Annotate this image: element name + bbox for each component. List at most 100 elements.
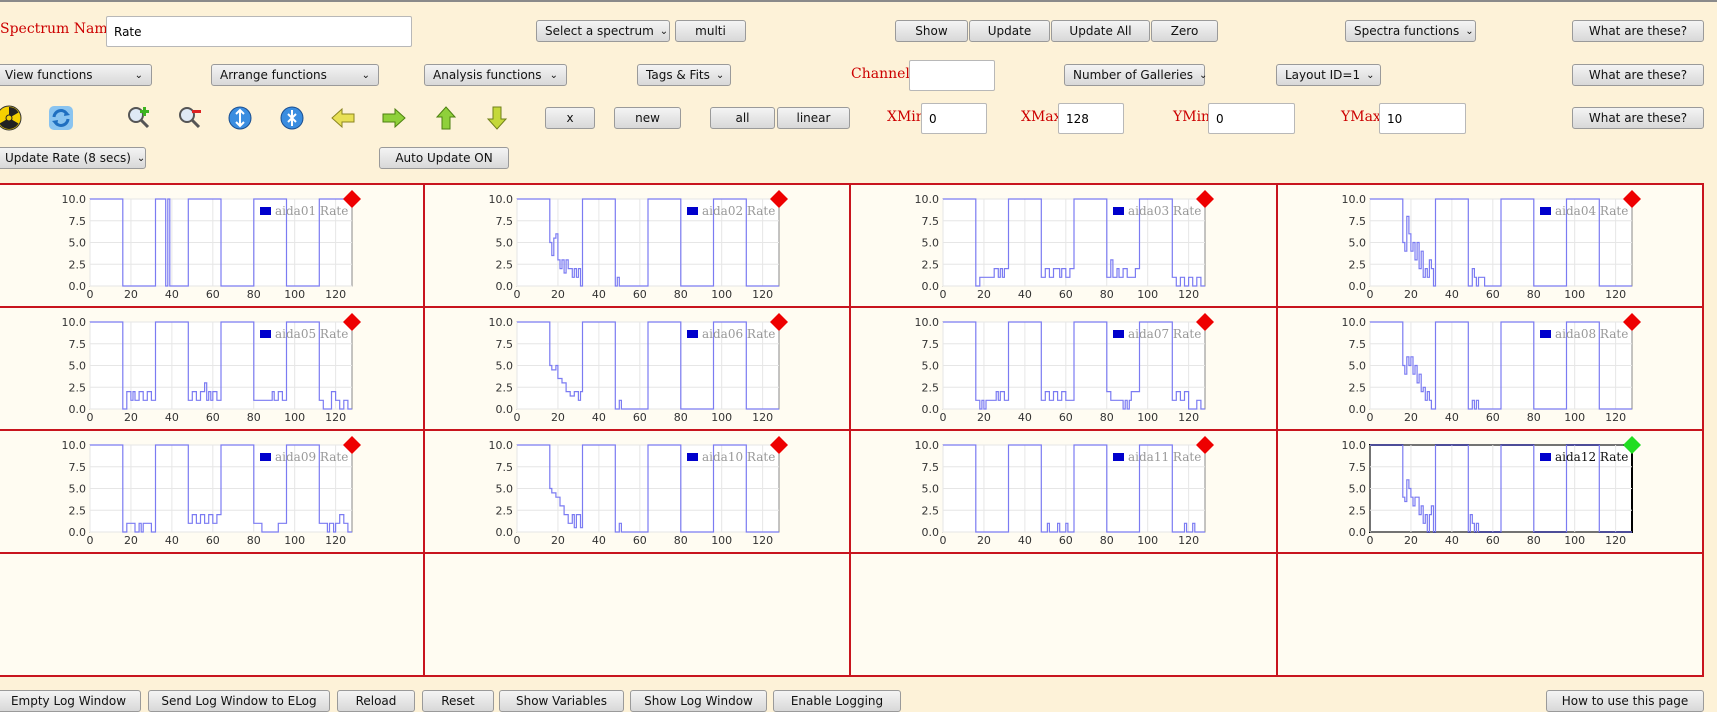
enable-logging-button[interactable]: Enable Logging — [773, 690, 901, 712]
spectrum-chart[interactable]: 0 20 40 60 80 100 120 0.0 2.5 5.0 7.5 10.0 aida04 Ra… — [1278, 185, 1705, 308]
x-tick-label: 60 — [632, 534, 646, 547]
channel-input[interactable] — [909, 60, 995, 91]
radiation-icon[interactable] — [0, 105, 22, 131]
y-tick-label: 5.0 — [495, 483, 513, 496]
gallery-cell[interactable]: 0 20 40 60 80 100 120 0.0 2.5 5.0 7.5 10.0 aida03 Ra… — [851, 185, 1278, 308]
ymin-input[interactable]: 0 — [1208, 103, 1295, 134]
x-tick-label: 100 — [284, 288, 305, 301]
xmax-input[interactable]: 128 — [1058, 103, 1124, 134]
gallery-cell[interactable]: 0 20 40 60 80 100 120 0.0 2.5 5.0 7.5 10.0 aida02 Ra… — [424, 185, 852, 308]
show-button[interactable]: Show — [895, 20, 968, 42]
x-tick-label: 0 — [87, 534, 94, 547]
y-tick-label: 2.5 — [1348, 504, 1366, 517]
select-spectrum-dropdown[interactable]: Select a spectrum ⌄ — [536, 20, 670, 42]
tags-fits-dropdown[interactable]: Tags & Fits ⌄ — [637, 64, 731, 86]
number-of-galleries-label: Number of Galleries — [1073, 68, 1194, 82]
update-button[interactable]: Update — [969, 20, 1050, 42]
y-tick-label: 7.5 — [495, 338, 513, 351]
gallery-cell[interactable] — [1277, 554, 1704, 677]
legend-label: aida05 Rate — [275, 327, 348, 341]
arrow-up-icon[interactable] — [433, 105, 459, 131]
x-tick-label: 40 — [1444, 534, 1458, 547]
x-tick-label: 100 — [284, 534, 305, 547]
x-tick-label: 120 — [752, 288, 773, 301]
all-button[interactable]: all — [710, 107, 775, 129]
gallery-cell[interactable]: 0 20 40 60 80 100 120 0.0 2.5 5.0 7.5 10.0 aida10 Ra… — [424, 431, 852, 554]
spectrum-chart[interactable]: 0 20 40 60 80 100 120 0.0 2.5 5.0 7.5 10.0 aida08 Ra… — [1278, 308, 1705, 431]
gallery-cell[interactable]: 0 20 40 60 80 100 120 0.0 2.5 5.0 7.5 10.0 aida06 Ra… — [424, 308, 852, 431]
legend-swatch — [686, 453, 698, 461]
expand-y-icon[interactable] — [227, 105, 253, 131]
xmin-label: XMin — [887, 109, 925, 125]
spectrum-chart[interactable]: 0 20 40 60 80 100 120 0.0 2.5 5.0 7.5 10.0 aida06 Ra… — [425, 308, 852, 431]
x-tick-label: 100 — [1137, 411, 1158, 424]
linear-button[interactable]: linear — [777, 107, 850, 129]
x-tick-label: 100 — [1564, 411, 1585, 424]
gallery-cell[interactable]: 0 20 40 60 80 100 120 0.0 2.5 5.0 7.5 10.0 aida12 Ra… — [1277, 431, 1705, 554]
send-log-to-elog-button[interactable]: Send Log Window to ELog — [148, 690, 330, 712]
new-button[interactable]: new — [614, 107, 681, 129]
ymax-input[interactable]: 10 — [1379, 103, 1466, 134]
arrow-left-icon[interactable] — [330, 105, 356, 131]
y-tick-label: 7.5 — [495, 461, 513, 474]
gallery-cell[interactable]: 0 20 40 60 80 100 120 0.0 2.5 5.0 7.5 10.0 aida09 Ra… — [0, 431, 425, 554]
what-are-these-button-3[interactable]: What are these? — [1572, 107, 1704, 129]
x-button[interactable]: x — [545, 107, 595, 129]
update-rate-dropdown[interactable]: Update Rate (8 secs) ⌄ — [0, 147, 146, 169]
arrow-right-icon[interactable] — [381, 105, 407, 131]
x-tick-label: 20 — [550, 411, 564, 424]
view-functions-dropdown[interactable]: View functions ⌄ — [0, 64, 152, 86]
gallery-cell[interactable]: 0 20 40 60 80 100 120 0.0 2.5 5.0 7.5 10.0 aida08 Ra… — [1277, 308, 1705, 431]
compress-y-icon[interactable] — [279, 105, 305, 131]
what-are-these-button-1[interactable]: What are these? — [1572, 20, 1704, 42]
gallery-cell[interactable]: 0 20 40 60 80 100 120 0.0 2.5 5.0 7.5 10.0 aida01 Ra… — [0, 185, 425, 308]
what-are-these-button-2[interactable]: What are these? — [1572, 64, 1704, 86]
show-variables-button[interactable]: Show Variables — [499, 690, 624, 712]
empty-log-window-button[interactable]: Empty Log Window — [0, 690, 141, 712]
y-tick-label: 10.0 — [62, 439, 87, 452]
spectrum-chart[interactable]: 0 20 40 60 80 100 120 0.0 2.5 5.0 7.5 10.0 aida07 Ra… — [851, 308, 1278, 431]
xmin-input[interactable]: 0 — [921, 103, 987, 134]
x-tick-label: 60 — [206, 534, 220, 547]
layout-id-label: Layout ID=1 — [1285, 68, 1361, 82]
gallery-cell[interactable]: 0 20 40 60 80 100 120 0.0 2.5 5.0 7.5 10.0 aida05 Ra… — [0, 308, 425, 431]
refresh-icon[interactable] — [48, 105, 74, 131]
gallery-cell[interactable] — [851, 554, 1278, 677]
gallery-cell[interactable]: 0 20 40 60 80 100 120 0.0 2.5 5.0 7.5 10.0 aida04 Ra… — [1277, 185, 1705, 308]
update-all-button[interactable]: Update All — [1051, 20, 1150, 42]
zoom-out-icon[interactable] — [176, 105, 202, 131]
zoom-in-icon[interactable] — [125, 105, 151, 131]
spectrum-chart[interactable]: 0 20 40 60 80 100 120 0.0 2.5 5.0 7.5 10.0 aida05 Ra… — [0, 308, 425, 431]
zero-button[interactable]: Zero — [1151, 20, 1218, 42]
spectrum-chart[interactable]: 0 20 40 60 80 100 120 0.0 2.5 5.0 7.5 10.0 aida01 Ra… — [0, 185, 425, 308]
x-tick-label: 20 — [1403, 534, 1417, 547]
spectrum-chart[interactable]: 0 20 40 60 80 100 120 0.0 2.5 5.0 7.5 10.0 aida09 Ra… — [0, 431, 425, 554]
show-log-window-button[interactable]: Show Log Window — [630, 690, 767, 712]
spectra-functions-dropdown[interactable]: Spectra functions ⌄ — [1345, 20, 1476, 42]
arrange-functions-dropdown[interactable]: Arrange functions ⌄ — [211, 64, 379, 86]
y-tick-label: 5.0 — [1348, 483, 1366, 496]
how-to-use-button[interactable]: How to use this page — [1546, 690, 1704, 712]
multi-button[interactable]: multi — [675, 20, 746, 42]
reload-button[interactable]: Reload — [337, 690, 415, 712]
analysis-functions-dropdown[interactable]: Analysis functions ⌄ — [424, 64, 567, 86]
legend-swatch — [260, 330, 271, 338]
gallery-cell[interactable] — [424, 554, 851, 677]
reset-button[interactable]: Reset — [422, 690, 494, 712]
gallery-cell[interactable] — [0, 554, 425, 677]
legend-swatch — [260, 453, 271, 461]
spectrum-chart[interactable]: 0 20 40 60 80 100 120 0.0 2.5 5.0 7.5 10.0 aida02 Ra… — [425, 185, 852, 308]
spectrum-name-input[interactable]: Rate — [106, 16, 412, 47]
layout-id-dropdown[interactable]: Layout ID=1 ⌄ — [1276, 64, 1381, 86]
auto-update-button[interactable]: Auto Update ON — [379, 147, 509, 169]
number-of-galleries-dropdown[interactable]: Number of Galleries ⌄ — [1064, 64, 1207, 86]
spectrum-chart[interactable]: 0 20 40 60 80 100 120 0.0 2.5 5.0 7.5 10.0 aida11 Ra… — [851, 431, 1278, 554]
spectrum-chart[interactable]: 0 20 40 60 80 100 120 0.0 2.5 5.0 7.5 10.0 aida03 Ra… — [851, 185, 1278, 308]
x-tick-label: 100 — [711, 411, 732, 424]
arrow-down-icon[interactable] — [484, 105, 510, 131]
gallery-cell[interactable]: 0 20 40 60 80 100 120 0.0 2.5 5.0 7.5 10.0 aida11 Ra… — [851, 431, 1278, 554]
x-tick-label: 80 — [1526, 411, 1540, 424]
spectrum-chart[interactable]: 0 20 40 60 80 100 120 0.0 2.5 5.0 7.5 10.0 aida12 Ra… — [1278, 431, 1705, 554]
spectrum-chart[interactable]: 0 20 40 60 80 100 120 0.0 2.5 5.0 7.5 10.0 aida10 Ra… — [425, 431, 852, 554]
gallery-cell[interactable]: 0 20 40 60 80 100 120 0.0 2.5 5.0 7.5 10.0 aida07 Ra… — [851, 308, 1278, 431]
